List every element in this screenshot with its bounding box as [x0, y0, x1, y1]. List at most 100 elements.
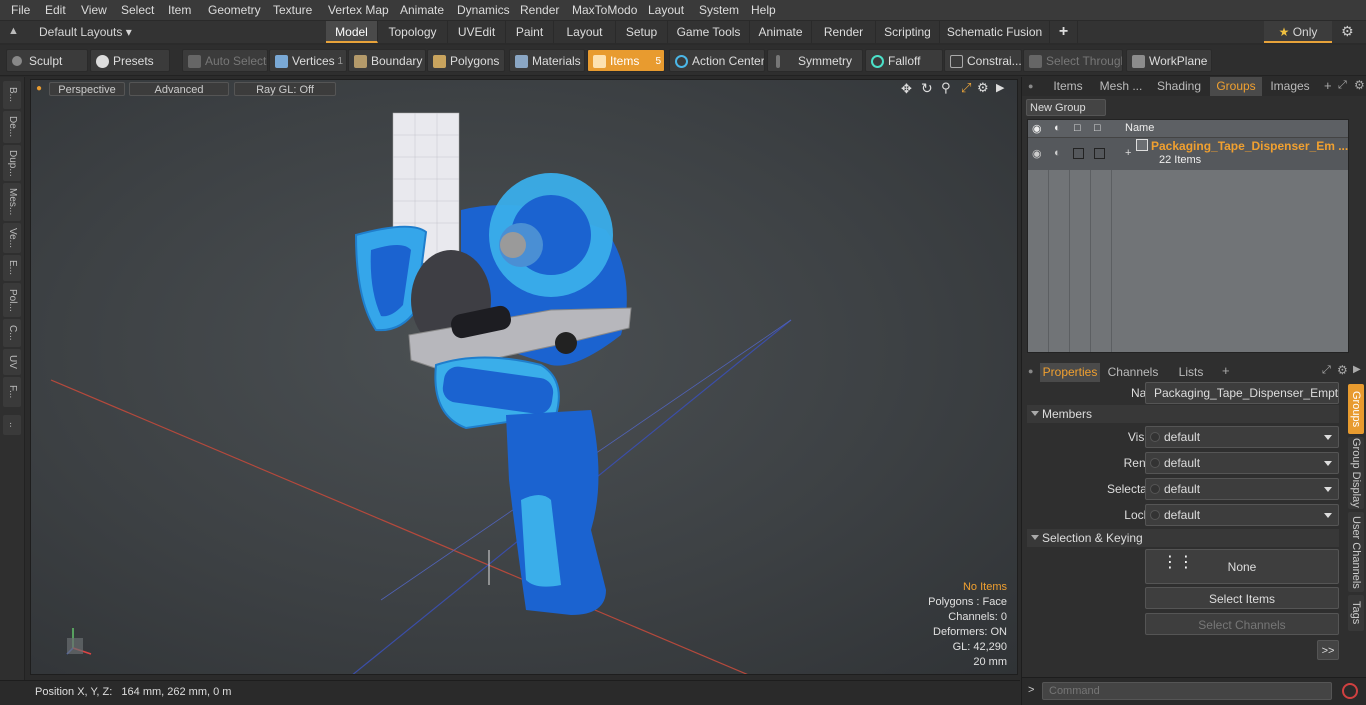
layout-toggle-icon[interactable]: ▲: [8, 25, 20, 37]
select-icon[interactable]: □: [1094, 122, 1101, 134]
tab-layout[interactable]: Layout: [554, 21, 616, 43]
add-tab-button[interactable]: +: [1050, 21, 1078, 43]
symmetry-button[interactable]: Symmetry: [767, 49, 863, 72]
tab-schematic-fusion[interactable]: Schematic Fusion: [940, 21, 1050, 43]
tab-items[interactable]: Items: [1044, 77, 1092, 96]
menu-view[interactable]: View: [81, 3, 107, 17]
vtab-duplicate[interactable]: Dup...: [3, 145, 21, 181]
group-render-icon[interactable]: ◐: [1054, 147, 1061, 159]
side-tab-user-channels[interactable]: User Channels: [1348, 512, 1364, 592]
lock-icon[interactable]: □: [1074, 122, 1081, 134]
tab-lists[interactable]: Lists: [1166, 363, 1216, 382]
vertices-button[interactable]: Vertices 1: [269, 49, 347, 72]
menu-maxtomodo[interactable]: MaxToModo: [572, 3, 637, 17]
none-button[interactable]: ⋮⋮ None: [1145, 549, 1339, 584]
tab-game-tools[interactable]: Game Tools: [668, 21, 750, 43]
vtab-curve[interactable]: C...: [3, 319, 21, 347]
boundary-button[interactable]: Boundary: [348, 49, 426, 72]
vtab-fusion[interactable]: F...: [3, 377, 21, 407]
command-input[interactable]: [1042, 682, 1332, 700]
falloff-button[interactable]: Falloff: [865, 49, 943, 72]
expand-group-icon[interactable]: +: [1125, 147, 1131, 159]
menu-layout[interactable]: Layout: [648, 3, 684, 17]
tab-model[interactable]: Model: [326, 21, 378, 43]
workplane-button[interactable]: WorkPlane: [1126, 49, 1212, 72]
render-icon[interactable]: ◐: [1054, 122, 1061, 134]
menu-dynamics[interactable]: Dynamics: [457, 3, 510, 17]
tab-channels[interactable]: Channels: [1104, 363, 1162, 382]
tab-render[interactable]: Render: [812, 21, 876, 43]
vtab-vertex[interactable]: Ve...: [3, 223, 21, 253]
menu-vertex-map[interactable]: Vertex Map: [328, 3, 389, 17]
tab-shading[interactable]: Shading: [1150, 77, 1208, 96]
tab-images[interactable]: Images: [1264, 77, 1316, 96]
locked-dropdown[interactable]: default: [1145, 504, 1339, 526]
presets-button[interactable]: Presets: [90, 49, 170, 72]
selection-keying-section[interactable]: Selection & Keying: [1027, 529, 1339, 547]
prop-expand-icon[interactable]: ⤢: [1322, 364, 1331, 377]
group-visible-icon[interactable]: ◉: [1032, 147, 1042, 160]
default-layouts-dropdown[interactable]: Default Layouts ▾: [39, 25, 132, 39]
more-button[interactable]: >>: [1317, 640, 1339, 660]
vtab-mesh[interactable]: Mes...: [3, 183, 21, 221]
members-section[interactable]: Members: [1027, 405, 1339, 423]
prop-gear-icon[interactable]: ⚙: [1337, 363, 1348, 377]
select-through-button[interactable]: Select Through: [1023, 49, 1123, 72]
add-panel-tab-icon[interactable]: +: [1324, 78, 1332, 93]
panel-gear-icon[interactable]: ⚙: [1354, 78, 1365, 92]
menu-system[interactable]: System: [699, 3, 739, 17]
polygons-button[interactable]: Polygons: [427, 49, 505, 72]
action-center-button[interactable]: Action Center: [669, 49, 765, 72]
constraints-button[interactable]: Constrai...: [944, 49, 1022, 72]
menu-animate[interactable]: Animate: [400, 3, 444, 17]
menu-select[interactable]: Select: [121, 3, 154, 17]
tab-setup[interactable]: Setup: [616, 21, 668, 43]
materials-button[interactable]: Materials: [509, 49, 585, 72]
tab-mesh[interactable]: Mesh ...: [1092, 77, 1150, 96]
name-field[interactable]: Packaging_Tape_Dispenser_Empty (2·: [1145, 382, 1339, 404]
add-prop-tab-icon[interactable]: +: [1222, 363, 1230, 378]
menu-file[interactable]: File: [11, 3, 30, 17]
menu-item[interactable]: Item: [168, 3, 191, 17]
menu-edit[interactable]: Edit: [45, 3, 66, 17]
vtab-deform[interactable]: De...: [3, 111, 21, 143]
sculpt-button[interactable]: Sculpt: [6, 49, 88, 72]
menu-texture[interactable]: Texture: [273, 3, 312, 17]
new-group-button[interactable]: New Group: [1026, 99, 1106, 116]
menu-render[interactable]: Render: [520, 3, 559, 17]
vtab-edge[interactable]: E...: [3, 255, 21, 281]
vtab-more[interactable]: ..: [3, 415, 21, 435]
tab-scripting[interactable]: Scripting: [876, 21, 940, 43]
side-tab-group-display[interactable]: Group Display: [1348, 437, 1364, 509]
vtab-basic[interactable]: B...: [3, 81, 21, 109]
visible-dropdown[interactable]: default: [1145, 426, 1339, 448]
only-button[interactable]: ★ Only: [1264, 21, 1332, 43]
tab-uvedit[interactable]: UVEdit: [448, 21, 506, 43]
tab-paint[interactable]: Paint: [506, 21, 554, 43]
items-button[interactable]: Items 5: [587, 49, 665, 72]
prop-arrow-icon[interactable]: ▶: [1353, 364, 1361, 375]
tab-properties[interactable]: Properties: [1040, 363, 1100, 382]
menu-help[interactable]: Help: [751, 3, 776, 17]
prop-menu-icon[interactable]: ●: [1028, 366, 1033, 376]
selectable-dropdown[interactable]: default: [1145, 478, 1339, 500]
group-row[interactable]: ◉ ◐ + Packaging_Tape_Dispenser_Em ... 22…: [1028, 138, 1348, 170]
record-icon[interactable]: [1342, 683, 1358, 699]
tab-topology[interactable]: Topology: [378, 21, 448, 43]
menu-geometry[interactable]: Geometry: [208, 3, 261, 17]
visibility-eye-icon[interactable]: ◉: [1032, 122, 1042, 135]
gear-icon[interactable]: ⚙: [1341, 23, 1354, 40]
tab-groups[interactable]: Groups: [1210, 77, 1262, 96]
expand-icon[interactable]: ⤢: [1338, 79, 1347, 92]
vtab-polygon[interactable]: Pol...: [3, 283, 21, 317]
render-dropdown[interactable]: default: [1145, 452, 1339, 474]
select-channels-button[interactable]: Select Channels: [1145, 613, 1339, 635]
group-select-box[interactable]: [1094, 148, 1105, 159]
group-lock-box[interactable]: [1073, 148, 1084, 159]
auto-select-button[interactable]: Auto Select: [182, 49, 268, 72]
select-items-button[interactable]: Select Items: [1145, 587, 1339, 609]
side-tab-groups[interactable]: Groups: [1348, 384, 1364, 434]
3d-viewport[interactable]: ● Perspective Advanced Ray GL: Off ✥ ↻ ⚲…: [30, 79, 1018, 675]
vtab-uv[interactable]: UV: [3, 349, 21, 375]
tab-animate[interactable]: Animate: [750, 21, 812, 43]
